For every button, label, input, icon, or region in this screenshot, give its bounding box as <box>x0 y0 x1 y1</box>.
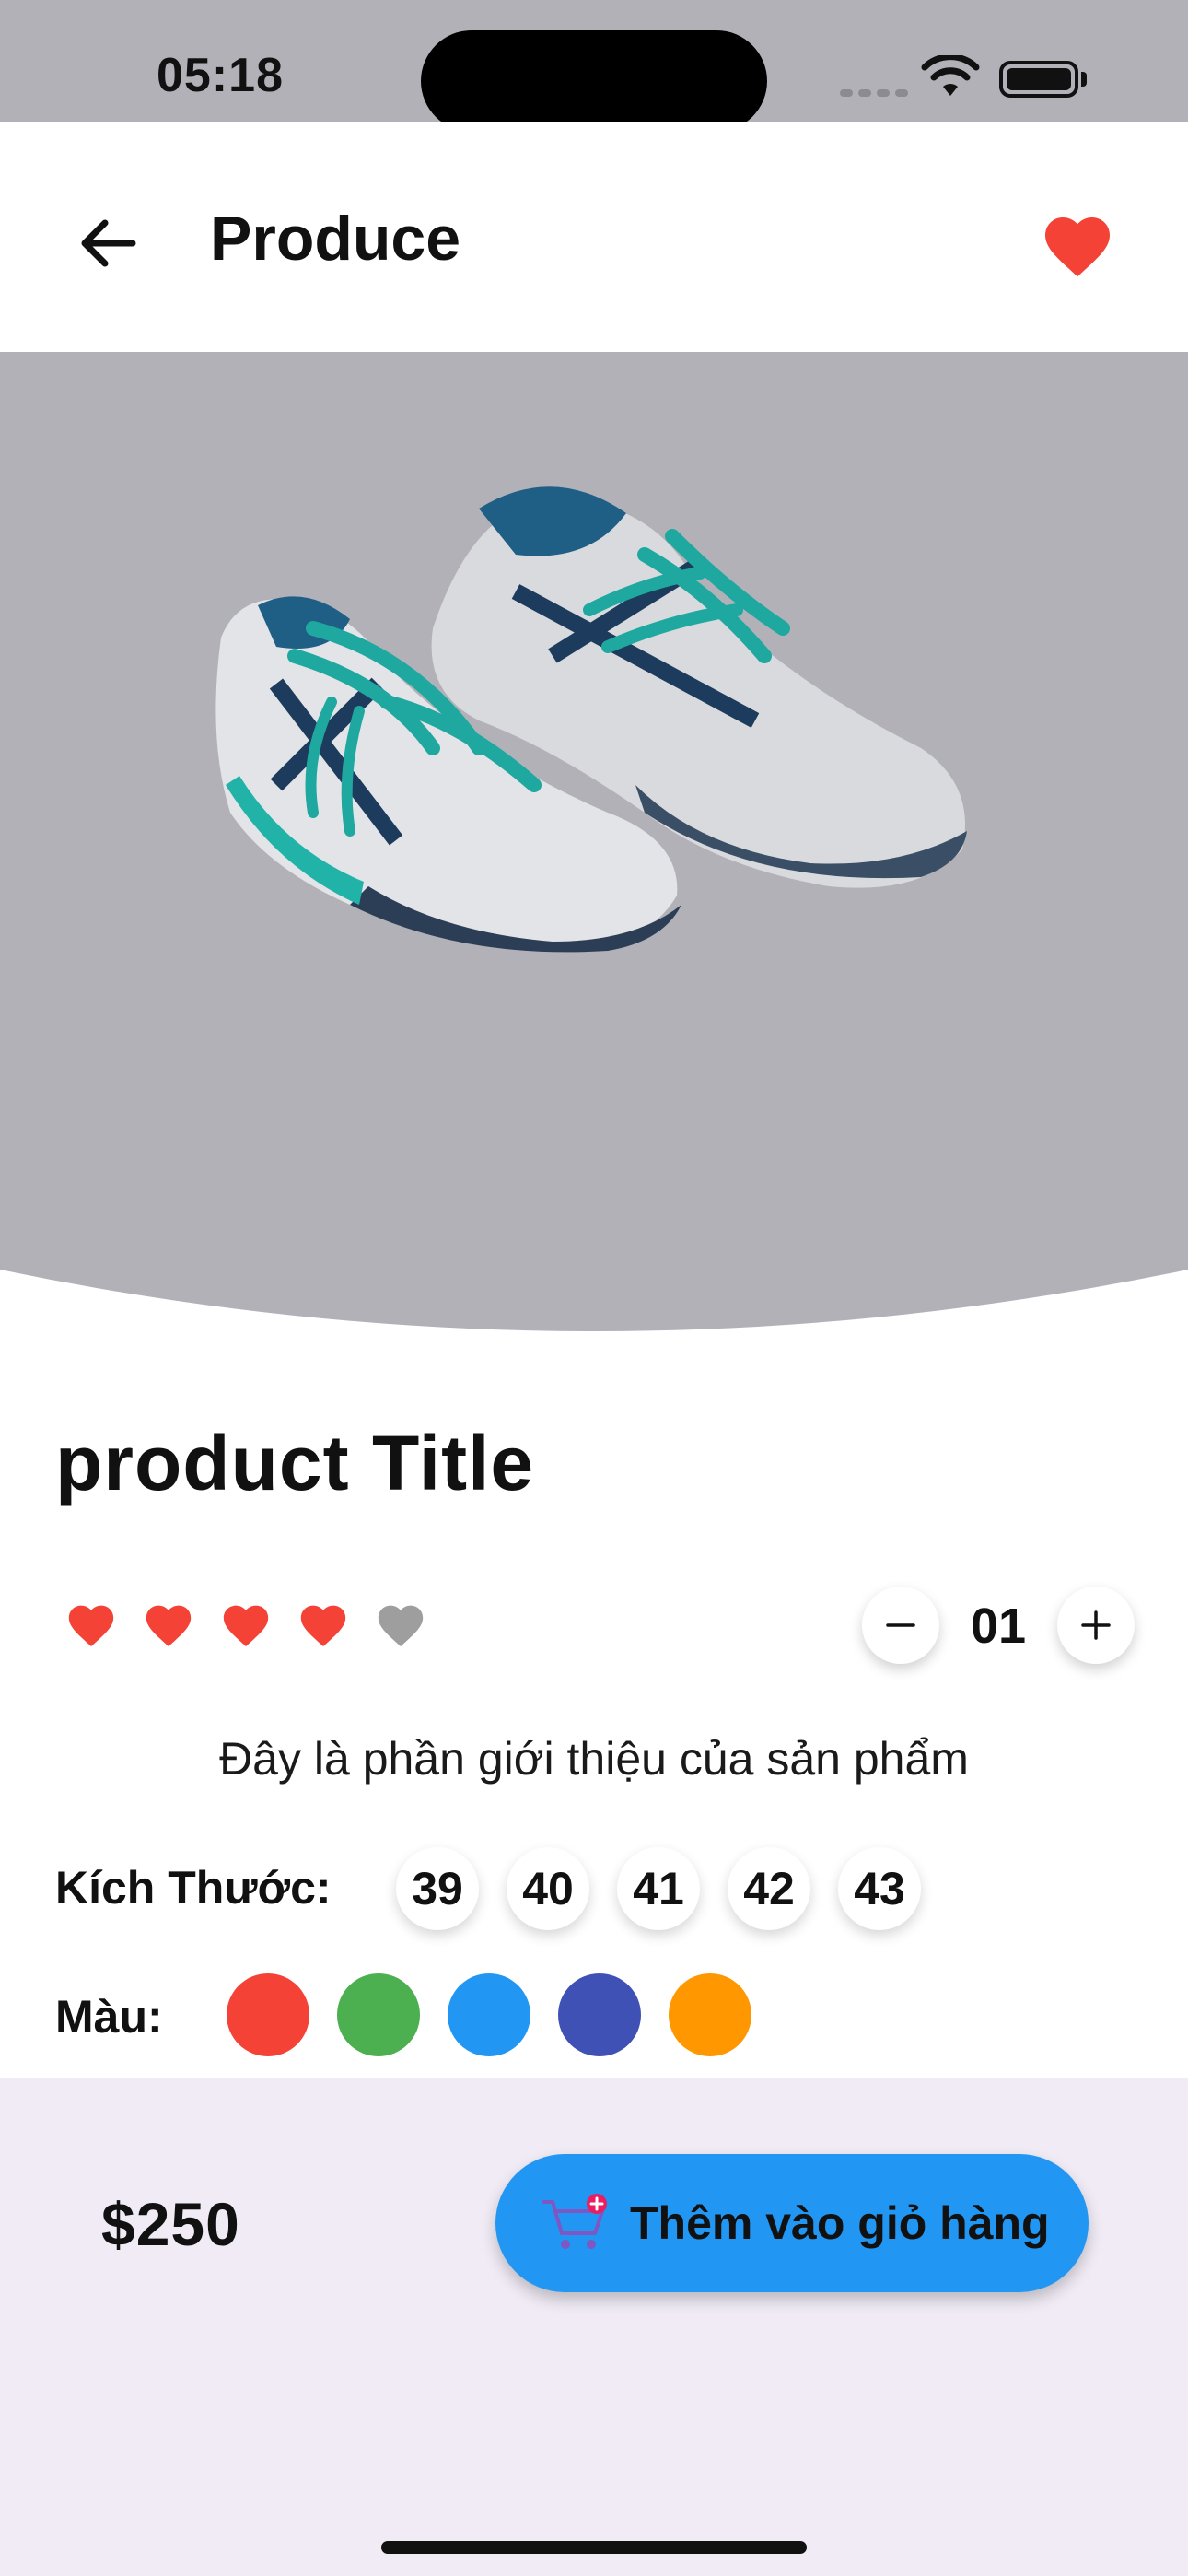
add-to-cart-label: Thêm vào giỏ hàng <box>630 2197 1050 2249</box>
size-option[interactable]: 43 <box>838 1847 921 1930</box>
wifi-icon <box>921 55 980 96</box>
signal-icon <box>840 85 914 101</box>
color-option-green[interactable] <box>337 1973 420 2056</box>
color-option-indigo[interactable] <box>558 1973 641 2056</box>
increase-quantity-button[interactable] <box>1057 1587 1135 1664</box>
product-image <box>0 352 1188 1331</box>
product-title: product Title <box>55 1420 535 1506</box>
heart-icon[interactable] <box>1039 206 1116 280</box>
page-title: Produce <box>210 204 461 274</box>
status-time: 05:18 <box>157 49 284 102</box>
decrease-quantity-button[interactable] <box>862 1587 939 1664</box>
battery-cap <box>1081 72 1087 87</box>
size-option[interactable]: 41 <box>617 1847 700 1930</box>
heart-icon <box>300 1605 346 1647</box>
color-option-blue[interactable] <box>448 1973 530 2056</box>
heart-icon <box>223 1605 269 1647</box>
home-indicator <box>381 2541 807 2554</box>
product-description: Đây là phần giới thiệu của sản phẩm <box>219 1733 969 1785</box>
color-option-red[interactable] <box>227 1973 309 2056</box>
dynamic-island <box>421 30 767 132</box>
quantity-value: 01 <box>970 1598 1027 1654</box>
size-option[interactable]: 40 <box>507 1847 589 1930</box>
add-shopping-cart-icon <box>542 2194 607 2249</box>
product-image-area <box>0 352 1188 1347</box>
status-bar: 05:18 <box>0 0 1188 132</box>
size-label: Kích Thước: <box>55 1862 332 1914</box>
color-options <box>227 1973 751 2056</box>
bottom-bar: $250 Thêm vào giỏ hàng <box>0 2078 1188 2576</box>
add-to-cart-button[interactable]: Thêm vào giỏ hàng <box>495 2154 1089 2292</box>
size-options: 39 40 41 42 43 <box>396 1847 921 1930</box>
app-bar: Produce <box>0 122 1188 352</box>
color-label: Màu: <box>55 1991 163 2043</box>
size-option[interactable]: 39 <box>396 1847 479 1930</box>
product-price: $250 <box>101 2190 240 2258</box>
heart-empty-icon <box>378 1605 424 1647</box>
plus-icon <box>1081 1610 1111 1640</box>
battery-icon <box>999 61 1078 98</box>
color-option-orange[interactable] <box>669 1973 751 2056</box>
minus-icon <box>886 1623 915 1627</box>
heart-icon <box>146 1605 192 1647</box>
rating-stars <box>64 1598 427 1648</box>
heart-icon <box>68 1605 114 1647</box>
quantity-stepper: 01 <box>862 1587 1135 1664</box>
size-option[interactable]: 42 <box>728 1847 810 1930</box>
arrow-left-icon[interactable] <box>72 206 146 280</box>
